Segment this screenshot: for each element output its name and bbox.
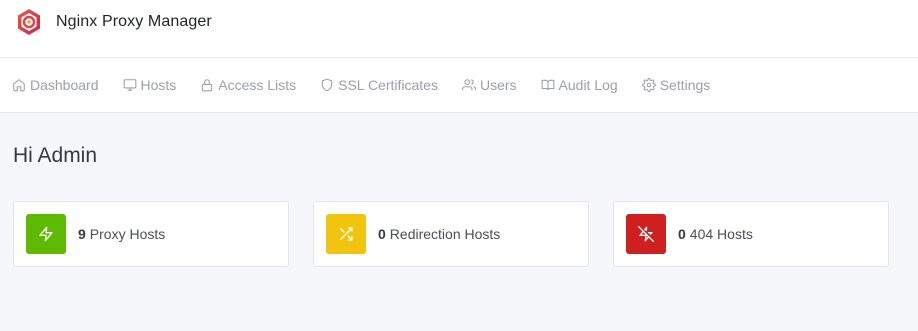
proxy-hosts-label: 9 Proxy Hosts [78,226,165,242]
nav-item-access-lists[interactable]: Access Lists [200,77,296,93]
404-hosts-label: 0 404 Hosts [678,226,753,242]
nav-item-label: Audit Log [558,77,618,93]
app-name: Nginx Proxy Manager [56,13,212,30]
shield-icon [321,78,333,92]
nav-item-hosts[interactable]: Hosts [123,77,177,93]
proxy-hosts-count: 9 [78,226,86,242]
zap-icon [39,226,53,242]
404-hosts-count: 0 [678,226,686,242]
proxy-hosts-icon-box [26,214,66,254]
nav-item-settings[interactable]: Settings [641,77,711,93]
redirection-hosts-count: 0 [378,226,386,242]
zap-off-icon [638,226,654,242]
redirection-hosts-text: Redirection Hosts [389,226,501,242]
nav-item-label: Hosts [140,77,177,93]
404-hosts-text: 404 Hosts [689,226,753,242]
nginx-proxy-manager-logo-icon [18,9,40,35]
redirection-hosts-card[interactable]: 0 Redirection Hosts [313,201,589,267]
gear-icon [641,78,656,92]
nav-item-label: Dashboard [30,77,99,93]
404-hosts-card[interactable]: 0 404 Hosts [613,201,889,267]
book-icon [541,79,554,91]
users-icon [462,79,476,91]
page-title: Hi Admin [13,144,98,167]
nav-item-audit-log[interactable]: Audit Log [541,77,618,93]
lock-icon [202,79,213,92]
nav-item-label: Users [479,77,517,93]
redirection-hosts-icon-box [326,214,366,254]
main-nav: Dashboard Hosts Access Lists SSL Certifi… [0,58,918,113]
nav-item-ssl-certificates[interactable]: SSL Certificates [320,77,438,93]
proxy-hosts-card[interactable]: 9 Proxy Hosts [13,201,289,267]
redirection-hosts-label: 0 Redirection Hosts [378,226,500,242]
brand[interactable]: Nginx Proxy Manager [14,6,212,38]
proxy-hosts-text: Proxy Hosts [89,226,166,242]
nav-item-users[interactable]: Users [462,77,517,93]
404-hosts-icon-box [626,214,666,254]
monitor-icon [123,79,136,91]
shuffle-icon [340,227,353,241]
nav-item-label: SSL Certificates [338,77,438,93]
nav-item-label: Settings [659,77,711,93]
home-icon [13,79,25,92]
nav-item-label: Access Lists [218,77,297,93]
app-header: Nginx Proxy Manager [0,0,918,58]
nav-item-dashboard[interactable]: Dashboard [12,77,99,93]
